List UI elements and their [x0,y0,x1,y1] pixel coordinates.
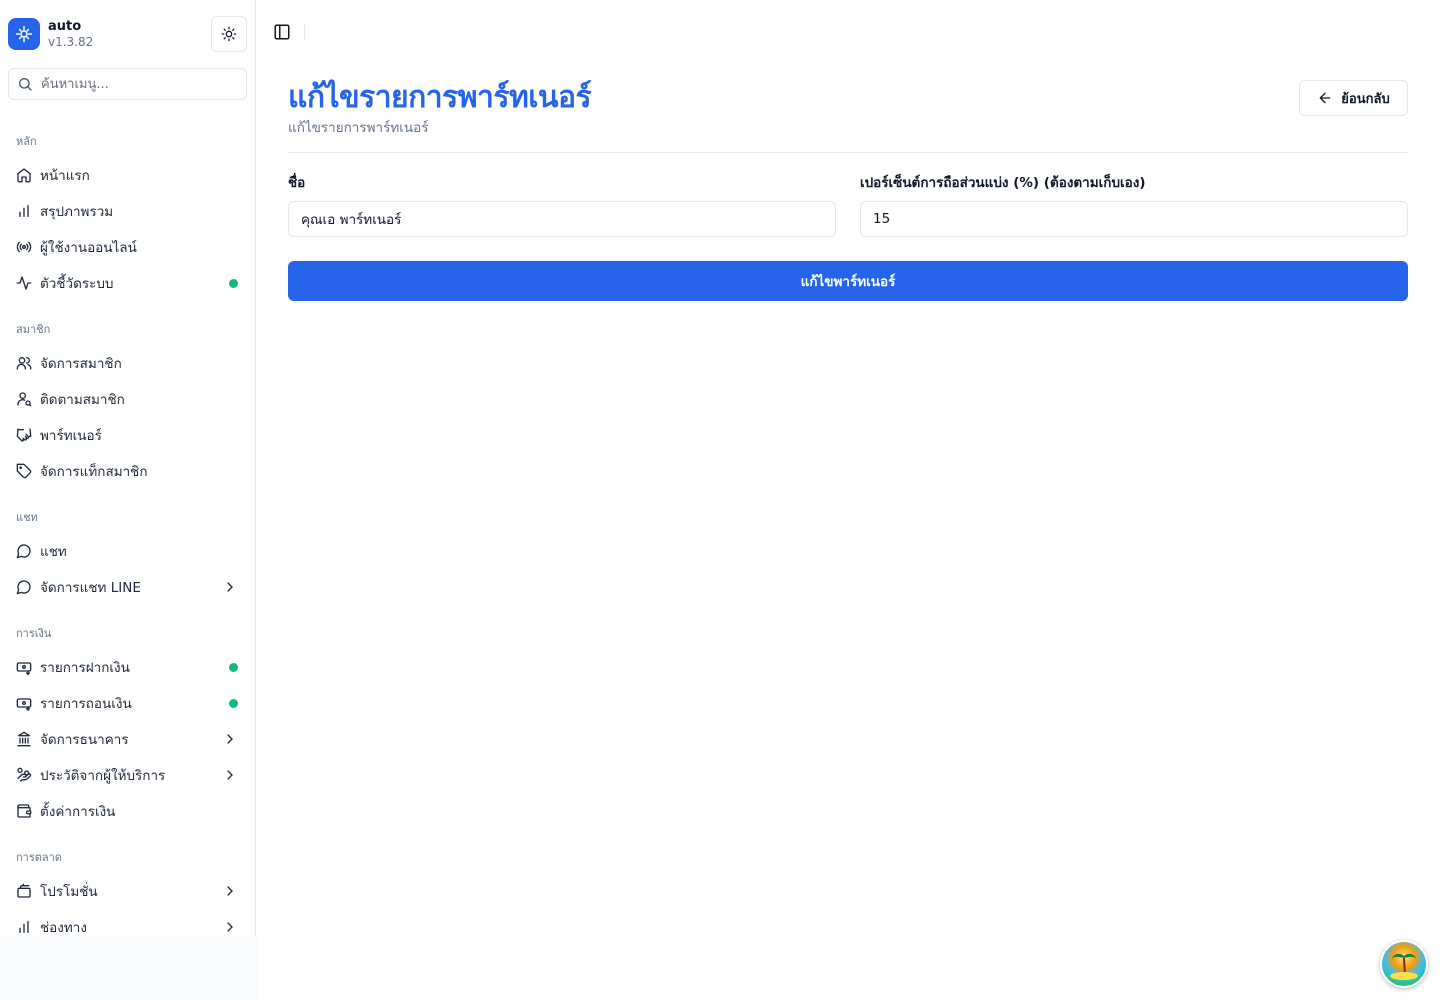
sidebar-item-banks[interactable]: จัดการธนาคาร [8,723,248,755]
brand-logo-icon [8,18,40,50]
activity-icon [16,275,32,291]
wallet-icon [16,803,32,819]
menu-search-input[interactable] [41,76,231,92]
header-divider [288,152,1408,153]
sidebar-item-online-users[interactable]: ผู้ใช้งานออนไลน์ [8,231,248,263]
users-icon [16,355,32,371]
group-label-main: หลัก [16,135,37,148]
sidebar-toggle-button[interactable] [270,20,294,44]
sidebar: auto v1.3.82 หลัก หน้าแรก สรุปภาพรวม ผู้… [0,0,256,936]
topbar-separator [304,24,305,40]
sidebar-item-manage-members[interactable]: จัดการสมาชิก [8,347,248,379]
bar-chart-icon [16,919,32,935]
sidebar-item-label: รายการถอนเงิน [40,696,132,712]
sidebar-footer-area [0,936,258,1000]
bar-chart-icon [16,203,32,219]
sidebar-item-label: ประวัติจากผู้ให้บริการ [40,768,166,784]
sun-icon [221,26,237,42]
back-button[interactable]: ย้อนกลับ [1299,80,1408,116]
brand-version: v1.3.82 [48,34,94,49]
status-dot [229,699,238,708]
sidebar-item-withdrawals[interactable]: รายการถอนเงิน [8,687,248,719]
tag-icon [16,463,32,479]
handshake-icon [16,427,32,443]
name-field-label: ชื่อ [288,175,306,191]
sidebar-item-label: โปรโมชั่น [40,884,98,900]
group-label-chat: แชท [16,511,38,524]
brand-name: auto [48,19,82,34]
theme-toggle-button[interactable] [211,16,247,52]
sidebar-item-chat[interactable]: แชท [8,535,248,567]
chevron-right-icon [222,579,238,599]
sidebar-item-label: จัดการธนาคาร [40,732,129,748]
search-icon [19,78,32,91]
sidebar-item-label: ช่องทาง [40,920,87,936]
sidebar-item-finance-settings[interactable]: ตั้งค่าการเงิน [8,795,248,827]
message-circle-icon [16,543,32,559]
sidebar-item-line-chat[interactable]: จัดการแชท LINE [8,571,248,603]
sidebar-item-label: จัดการแท็กสมาชิก [40,464,148,480]
menu-search[interactable] [8,68,247,100]
percent-field[interactable] [860,201,1408,237]
group-label-members: สมาชิก [16,323,51,336]
sidebar-item-label: ติดตามสมาชิก [40,392,125,408]
sidebar-item-label: แชท [40,544,67,560]
chevron-right-icon [222,883,238,903]
palm-tree-icon [1390,953,1418,980]
sidebar-item-overview[interactable]: สรุปภาพรวม [8,195,248,227]
group-label-marketing: การตลาด [16,851,62,864]
user-search-icon [16,391,32,407]
group-label-finance: การเงิน [16,627,52,640]
radio-icon [16,239,32,255]
submit-edit-partner-button[interactable]: แก้ไขพาร์ทเนอร์ [288,261,1408,301]
sidebar-item-label: จัดการแชท LINE [40,580,141,596]
home-icon [16,167,32,183]
status-dot [229,663,238,672]
percent-field-label: เปอร์เซ็นต์การถือส่วนแบ่ง (%) (ต้องตามเก… [860,175,1146,191]
name-field[interactable] [288,201,836,237]
sidebar-item-label: ตัวชี้วัดระบบ [40,276,114,292]
sidebar-item-system-metrics[interactable]: ตัวชี้วัดระบบ [8,267,248,299]
promotion-icon [16,883,32,899]
sidebar-item-label: สรุปภาพรวม [40,204,114,220]
deposit-icon [16,659,32,675]
hand-coins-icon [16,767,32,783]
page-subtitle: แก้ไขรายการพาร์ทเนอร์ [288,120,429,136]
arrow-left-icon [1319,92,1331,104]
chevron-right-icon [222,767,238,787]
chevron-right-icon [222,731,238,751]
page-title: แก้ไขรายการพาร์ทเนอร์ [288,80,592,115]
message-circle-icon [16,579,32,595]
panel-left-icon [274,24,290,40]
sidebar-item-label: ตั้งค่าการเงิน [40,804,116,820]
sidebar-item-label: หน้าแรก [40,168,90,184]
sidebar-item-partners[interactable]: พาร์ทเนอร์ [8,419,248,451]
sidebar-item-home[interactable]: หน้าแรก [8,159,248,191]
sidebar-item-deposits[interactable]: รายการฝากเงิน [8,651,248,683]
sidebar-item-label: ผู้ใช้งานออนไลน์ [40,240,137,256]
sidebar-item-label: รายการฝากเงิน [40,660,130,676]
status-dot [229,279,238,288]
sidebar-item-promotions[interactable]: โปรโมชั่น [8,875,248,907]
sidebar-item-provider-history[interactable]: ประวัติจากผู้ให้บริการ [8,759,248,791]
sidebar-item-track-members[interactable]: ติดตามสมาชิก [8,383,248,415]
bank-icon [16,731,32,747]
sidebar-item-label: พาร์ทเนอร์ [40,428,102,444]
user-avatar[interactable] [1380,940,1428,988]
withdraw-icon [16,695,32,711]
sidebar-item-member-tags[interactable]: จัดการแท็กสมาชิก [8,455,248,487]
back-button-label: ย้อนกลับ [1341,91,1390,107]
sidebar-item-label: จัดการสมาชิก [40,356,122,372]
